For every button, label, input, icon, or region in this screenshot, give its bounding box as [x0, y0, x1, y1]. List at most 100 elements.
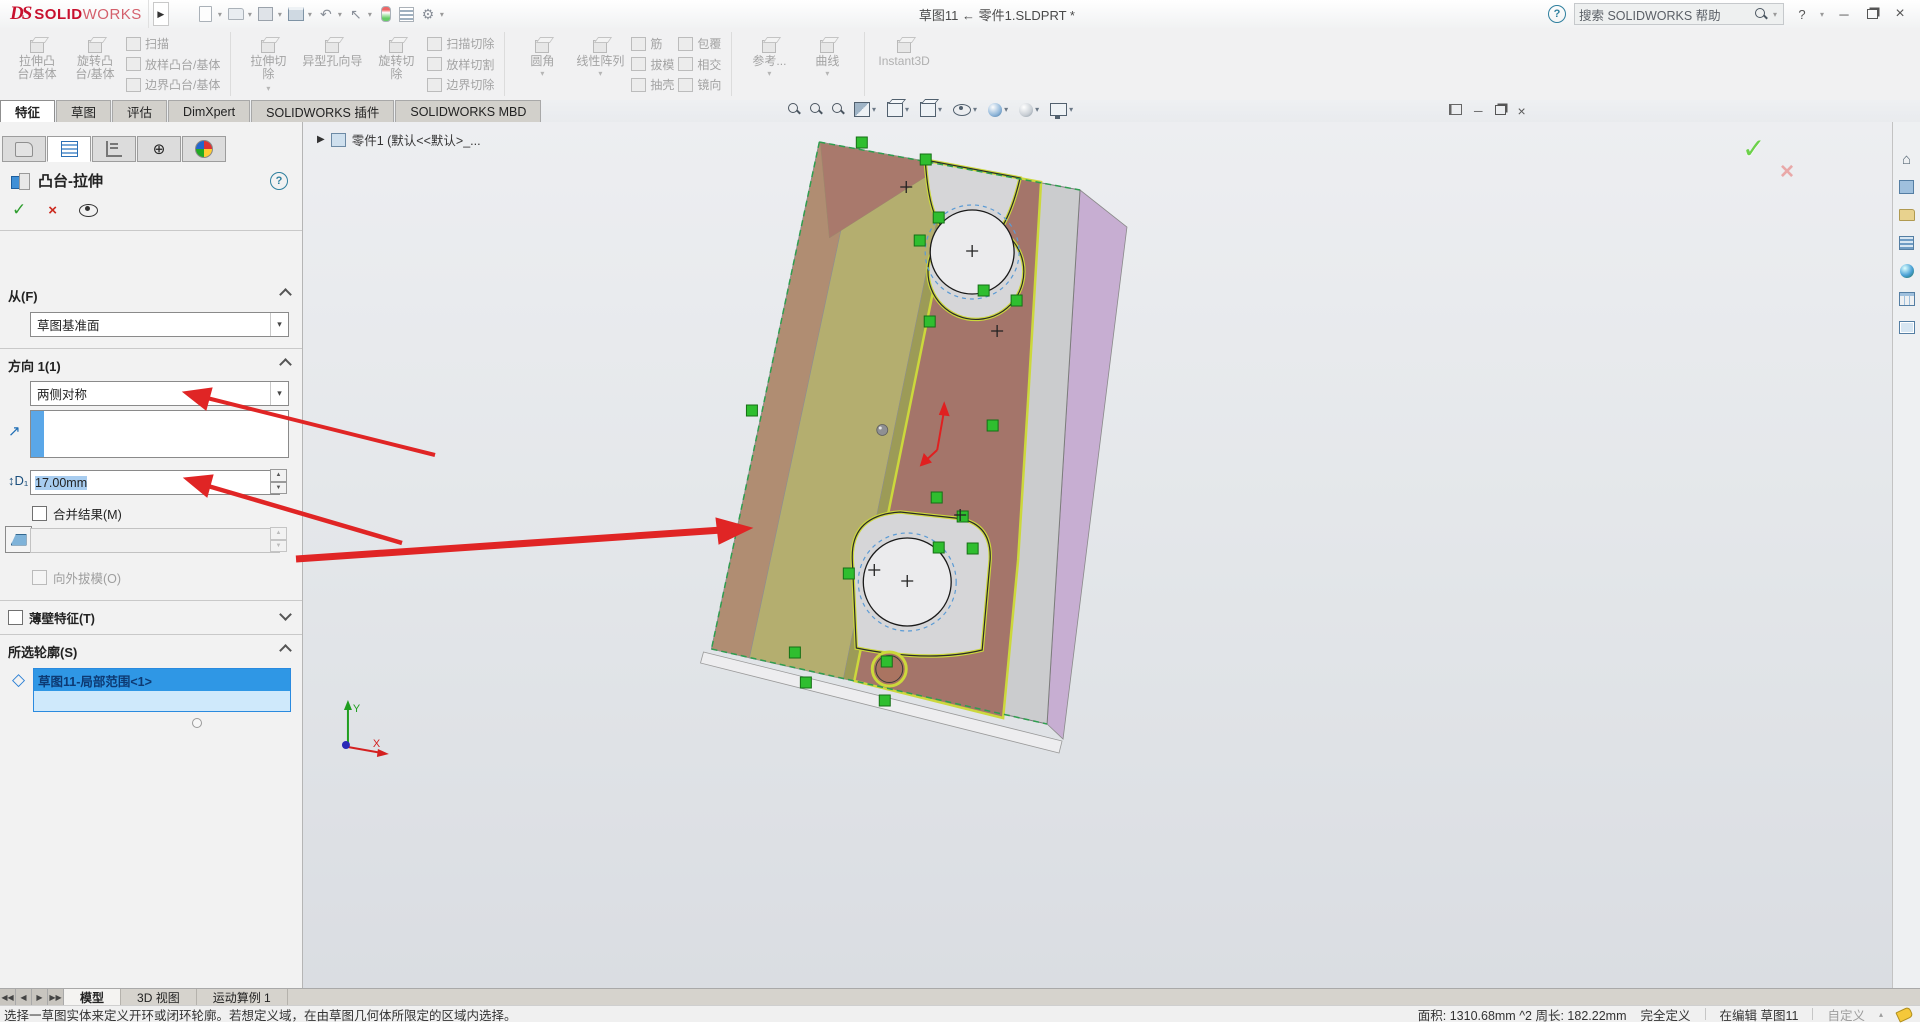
previous-view-icon[interactable] [832, 103, 845, 116]
first-tab-button[interactable]: ◀◀ [0, 989, 16, 1006]
tab-mbd[interactable]: SOLIDWORKS MBD [395, 100, 542, 122]
restore-button[interactable] [1862, 5, 1882, 23]
print-icon[interactable] [287, 5, 305, 23]
model-canvas[interactable]: Y X [303, 122, 1892, 988]
direction1-section-header[interactable]: 方向 1(1) [8, 356, 61, 375]
screens-icon[interactable] [1898, 318, 1916, 336]
curves-button[interactable]: 曲线 ▾ [798, 31, 856, 97]
tab-sketch[interactable]: 草图 [56, 100, 112, 122]
prev-tab-button[interactable]: ◀ [16, 989, 32, 1006]
tag-icon[interactable] [1895, 1005, 1914, 1023]
doc-minimize-icon[interactable]: ─ [1474, 104, 1483, 118]
new-file-icon[interactable] [197, 5, 215, 23]
mirror-button[interactable]: 镜向 [678, 76, 721, 93]
expand-tree-icon[interactable]: ▶ [317, 134, 325, 145]
contour-list-item[interactable]: 草图11-局部范围<1> [34, 669, 290, 691]
dimxpert-tab[interactable]: ⊕ [137, 136, 181, 162]
view3d-tab[interactable]: 3D 视图 [121, 989, 197, 1006]
loft-cut-button[interactable]: 放样切割 [427, 56, 494, 73]
depth-spinner[interactable]: ▲ ▼ [270, 469, 287, 494]
graphics-viewport[interactable]: Y X ▶ 零件1 (默认<<默认>_... ✓ × [303, 122, 1892, 988]
boundary-boss-button[interactable]: 边界凸台/基体 [126, 76, 220, 93]
sweep-cut-button[interactable]: 扫描切除 [427, 35, 494, 52]
apply-scene-icon[interactable]: ▾ [1019, 102, 1041, 117]
options-list-icon[interactable] [398, 5, 416, 23]
table-icon[interactable] [1898, 290, 1916, 308]
panel-help-icon[interactable]: ? [270, 172, 288, 190]
search-dropdown-icon[interactable]: ▾ [1773, 10, 1777, 19]
shell-button[interactable]: 抽壳 [631, 76, 674, 93]
home-icon[interactable]: ⌂ [1898, 150, 1916, 168]
close-button[interactable]: × [1890, 5, 1910, 23]
model-cube-icon[interactable] [1898, 178, 1916, 196]
loft-boss-button[interactable]: 放样凸台/基体 [126, 56, 220, 73]
confirm-cancel-icon[interactable]: × [1780, 158, 1794, 186]
wrap-button[interactable]: 包覆 [678, 35, 721, 52]
from-section-header[interactable]: 从(F) [8, 286, 38, 305]
save-icon[interactable] [257, 5, 275, 23]
expand-thin-icon[interactable] [279, 608, 292, 621]
thin-feature-checkbox[interactable]: 薄壁特征(T) [8, 608, 95, 627]
tab-evaluate[interactable]: 评估 [112, 100, 168, 122]
contour-list-blank[interactable] [34, 691, 290, 711]
sweep-button[interactable]: 扫描 [126, 35, 220, 52]
dropdown-arrow-icon[interactable]: ▾ [270, 382, 288, 405]
dropdown-arrow-icon[interactable]: ▾ [270, 313, 288, 336]
confirm-ok-icon[interactable]: ✓ [1742, 132, 1765, 165]
minimize-button[interactable]: ─ [1834, 5, 1854, 23]
tile-windows-icon[interactable] [1449, 104, 1462, 118]
instant3d-button[interactable]: Instant3D [873, 31, 934, 97]
collapse-direction1-icon[interactable] [279, 358, 292, 371]
model-tab[interactable]: 模型 [64, 989, 122, 1006]
vertex-sphere[interactable] [876, 424, 889, 436]
boundary-cut-button[interactable]: 边界切除 [427, 76, 494, 93]
hide-show-items-icon[interactable]: ▾ [953, 103, 979, 116]
collapse-from-icon[interactable] [279, 288, 292, 301]
doc-close-icon[interactable]: × [1518, 103, 1526, 119]
folder-icon[interactable] [1898, 206, 1916, 224]
search-icon[interactable] [1754, 7, 1768, 21]
from-dropdown[interactable]: 草图基准面 ▾ [30, 312, 289, 337]
direction-reference-input[interactable] [30, 410, 289, 458]
depth-input[interactable]: 17.00mm [30, 470, 280, 495]
help-circle-icon[interactable]: ? [1547, 5, 1566, 23]
merge-result-checkbox[interactable]: 合并结果(M) [32, 504, 122, 523]
appearances-tab[interactable] [182, 136, 226, 162]
doc-restore-icon[interactable] [1494, 104, 1506, 118]
feature-tree-flyout[interactable]: ▶ 零件1 (默认<<默认>_... [317, 130, 481, 149]
collapse-contours-icon[interactable] [279, 644, 292, 657]
section-view-icon[interactable]: ▾ [854, 102, 878, 117]
last-tab-button[interactable]: ▶▶ [48, 989, 64, 1006]
help-menu-button[interactable]: ? [1792, 5, 1812, 23]
selected-contours-header[interactable]: 所选轮廓(S) [8, 642, 77, 661]
view-settings-icon[interactable]: ▾ [1050, 103, 1075, 119]
zoom-area-icon[interactable] [810, 103, 823, 116]
edit-appearance-icon[interactable]: ▾ [988, 102, 1010, 117]
open-file-icon[interactable] [227, 5, 245, 23]
menu-flyout-button[interactable]: ▶ [152, 2, 169, 26]
next-tab-button[interactable]: ▶ [32, 989, 48, 1006]
globe-icon[interactable] [1898, 262, 1916, 280]
search-input[interactable]: 搜索 SOLIDWORKS 帮助 ▾ [1573, 3, 1784, 25]
rebuild-icon[interactable] [377, 5, 395, 23]
select-icon[interactable]: ↖ [347, 5, 365, 23]
intersect-button[interactable]: 相交 [678, 56, 721, 73]
tab-dimxpert[interactable]: DimXpert [168, 100, 251, 122]
undo-icon[interactable]: ↶ [317, 5, 335, 23]
extrude-cut-button[interactable]: 拉伸切除 ▾ [239, 31, 297, 97]
ok-button[interactable]: ✓ [12, 200, 26, 220]
linear-pattern-button[interactable]: 线性阵列 ▾ [571, 31, 629, 97]
tab-features[interactable]: 特征 [0, 100, 56, 122]
checkbox[interactable] [8, 610, 23, 625]
hole-wizard-button[interactable]: 异型孔向导 [297, 31, 367, 97]
rib-button[interactable]: 筋 [631, 35, 674, 52]
design-library-icon[interactable] [1898, 234, 1916, 252]
display-style-icon[interactable]: ▾ [920, 102, 944, 117]
units-dropdown-arrow-icon[interactable]: ▴ [1879, 1010, 1883, 1019]
preview-eye-icon[interactable] [79, 203, 99, 217]
zoom-fit-icon[interactable] [788, 103, 801, 116]
cancel-button[interactable]: × [48, 202, 57, 219]
gear-icon[interactable]: ⚙ [419, 5, 437, 23]
motion-study-tab[interactable]: 运动算例 1 [197, 989, 288, 1006]
view-orientation-icon[interactable]: ▾ [887, 102, 911, 117]
